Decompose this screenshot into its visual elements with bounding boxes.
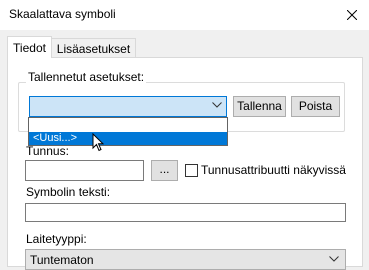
saved-settings-label: Tallennetut asetukset: bbox=[26, 70, 147, 84]
name-visible-checkbox[interactable] bbox=[185, 164, 198, 177]
saved-settings-dropdown: <Uusi...> bbox=[28, 117, 228, 146]
delete-button[interactable]: Poista bbox=[291, 96, 340, 117]
tab-details[interactable]: Tiedot bbox=[7, 36, 52, 58]
symbol-text-label: Symbolin teksti: bbox=[26, 185, 111, 199]
device-type-value: Tuntematon bbox=[30, 253, 94, 267]
name-visible-label: Tunnusattribuutti näkyvissä bbox=[201, 163, 346, 177]
save-button[interactable]: Tallenna bbox=[233, 96, 286, 117]
dropdown-option-empty[interactable] bbox=[29, 118, 227, 132]
device-type-label: Laitetyyppi: bbox=[26, 232, 87, 246]
browse-button[interactable]: ... bbox=[151, 160, 178, 181]
name-input[interactable] bbox=[25, 160, 144, 181]
mouse-cursor-icon bbox=[92, 133, 104, 152]
chevron-down-icon bbox=[329, 256, 339, 262]
chevron-down-icon bbox=[212, 102, 222, 108]
close-button[interactable] bbox=[340, 3, 364, 27]
close-icon bbox=[347, 10, 357, 20]
saved-settings-combo[interactable] bbox=[29, 96, 227, 117]
window-title: Skaalattava symboli bbox=[9, 7, 116, 21]
name-label: Tunnus: bbox=[26, 144, 69, 158]
title-bar: Skaalattava symboli bbox=[0, 0, 369, 30]
dropdown-option-new[interactable]: <Uusi...> bbox=[29, 132, 227, 145]
symbol-text-input[interactable] bbox=[25, 203, 346, 222]
tab-advanced[interactable]: Lisäasetukset bbox=[52, 38, 136, 58]
